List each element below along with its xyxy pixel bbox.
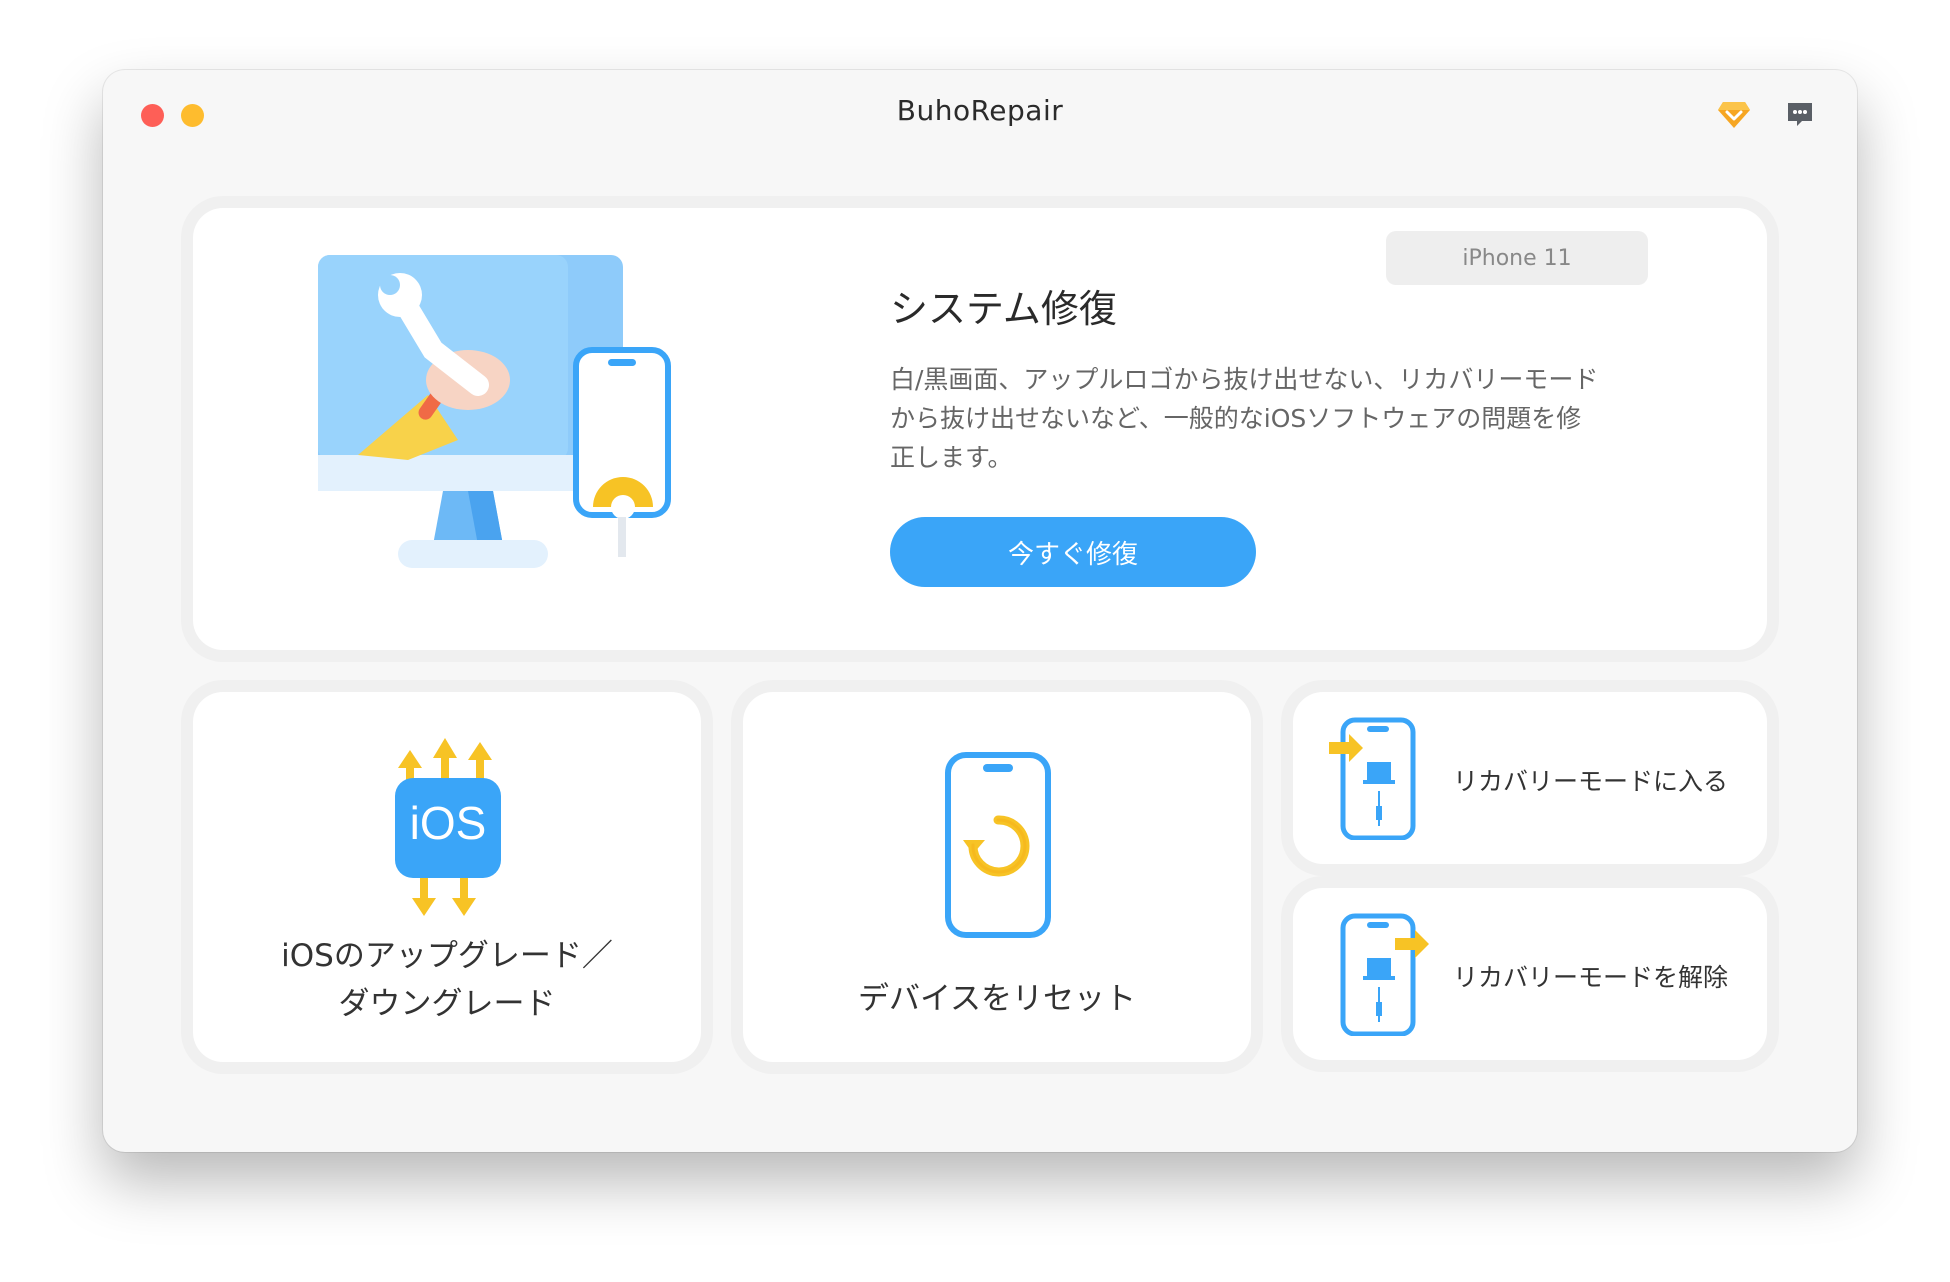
title-bar: BuhoRepair — [103, 70, 1857, 160]
ios-icon-text: iOS — [409, 797, 487, 849]
exit-recovery-mode-tile[interactable]: リカバリーモードを解除 — [1293, 888, 1767, 1060]
reset-device-tile[interactable]: デバイスをリセット — [743, 692, 1251, 1062]
system-repair-title: システム修復 — [890, 287, 1117, 331]
ios-update-icon: iOS — [383, 730, 513, 930]
exit-recovery-label: リカバリーモードを解除 — [1453, 963, 1729, 992]
reset-device-label: デバイスをリセット — [857, 981, 1137, 1017]
premium-gem-icon[interactable] — [1717, 100, 1751, 130]
system-repair-illustration — [318, 255, 698, 585]
enter-recovery-icon — [1329, 716, 1419, 840]
exit-recovery-icon — [1329, 912, 1439, 1036]
feedback-chat-icon[interactable] — [1785, 100, 1819, 130]
ios-upgrade-label-line2: ダウングレード — [338, 986, 556, 1022]
ios-upgrade-downgrade-tile[interactable]: iOS iOSのアップグレード／ ダウングレード — [193, 692, 701, 1062]
ios-upgrade-label-line1: iOSのアップグレード／ — [281, 938, 613, 974]
device-badge[interactable]: iPhone 11 — [1386, 231, 1648, 285]
enter-recovery-mode-tile[interactable]: リカバリーモードに入る — [1293, 692, 1767, 864]
app-title: BuhoRepair — [896, 94, 1064, 127]
reset-phone-icon — [943, 750, 1053, 940]
system-repair-description: 白/黒画面、アップルロゴから抜け出せない、リカバリーモードから抜け出せないなど、… — [890, 365, 1599, 472]
enter-recovery-label: リカバリーモードに入る — [1453, 767, 1729, 796]
app-window: BuhoRepair iPhone 11 システム修復 白/黒画面、アップルロゴ… — [103, 70, 1857, 1152]
repair-now-button[interactable]: 今すぐ修復 — [890, 517, 1256, 587]
